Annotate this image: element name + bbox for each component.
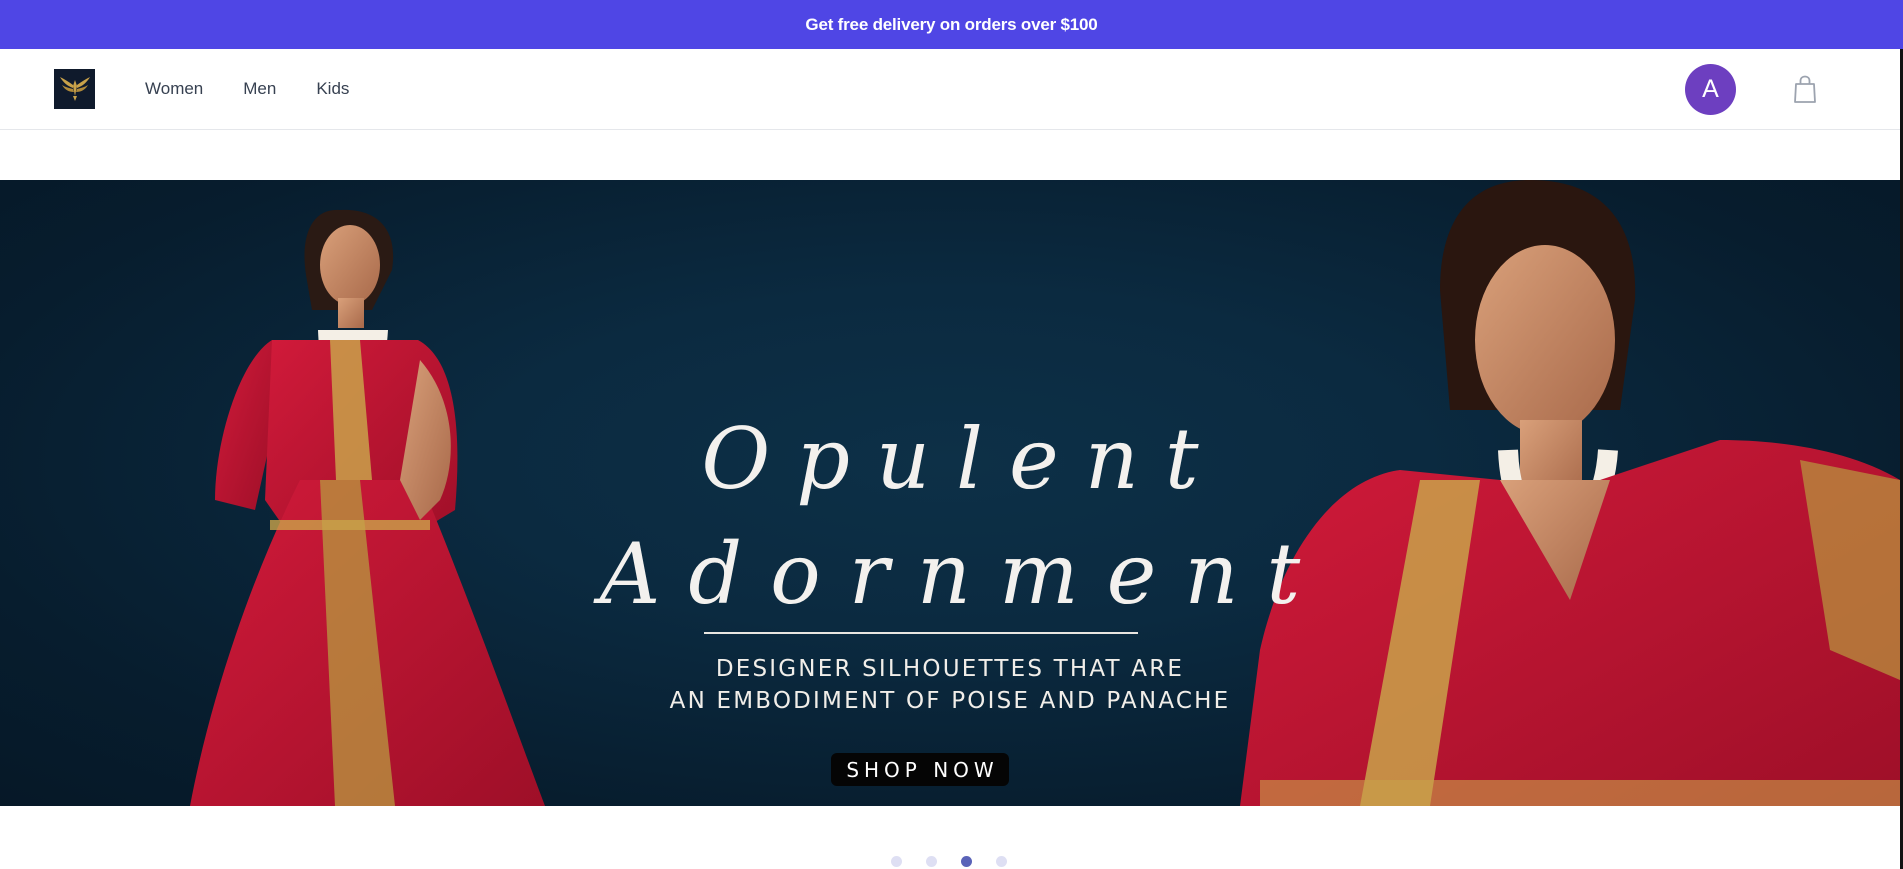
carousel-dot-2[interactable] [926, 856, 937, 867]
hero-subtitle-line1: DESIGNER SILHOUETTES THAT ARE [715, 656, 1185, 682]
nav-link-women[interactable]: Women [145, 79, 203, 99]
main-nav: Women Men Kids [145, 49, 349, 129]
logo-mark [59, 77, 90, 101]
promo-banner: Get free delivery on orders over $100 [0, 0, 1903, 49]
hero-text-block: Opulent Adornment DESIGNER SILHOUETTES T… [0, 180, 1900, 806]
carousel-dot-3[interactable] [961, 856, 972, 867]
promo-text: Get free delivery on orders over $100 [805, 14, 1098, 34]
nav-link-kids[interactable]: Kids [316, 79, 349, 99]
shop-now-button[interactable]: SHOP NOW [831, 753, 1009, 786]
hero-title-line1: Opulent [701, 410, 1225, 508]
hero-subtitle-line2: AN EMBODIMENT OF POISE AND PANACHE [669, 688, 1231, 714]
hero-banner[interactable]: Opulent Adornment DESIGNER SILHOUETTES T… [0, 180, 1900, 806]
shopping-bag-icon[interactable] [1789, 73, 1821, 105]
eagle-logo-icon[interactable] [54, 69, 95, 109]
carousel-dot-4[interactable] [996, 856, 1007, 867]
shopping-bag-glyph [1794, 75, 1816, 103]
carousel-dots [891, 856, 1007, 867]
hero-divider [704, 632, 1138, 634]
hero-title-line2: Adornment [599, 525, 1329, 623]
carousel-dot-1[interactable] [891, 856, 902, 867]
site-header: Women Men Kids A [0, 49, 1903, 130]
nav-link-men[interactable]: Men [243, 79, 276, 99]
user-avatar[interactable]: A [1685, 64, 1736, 115]
